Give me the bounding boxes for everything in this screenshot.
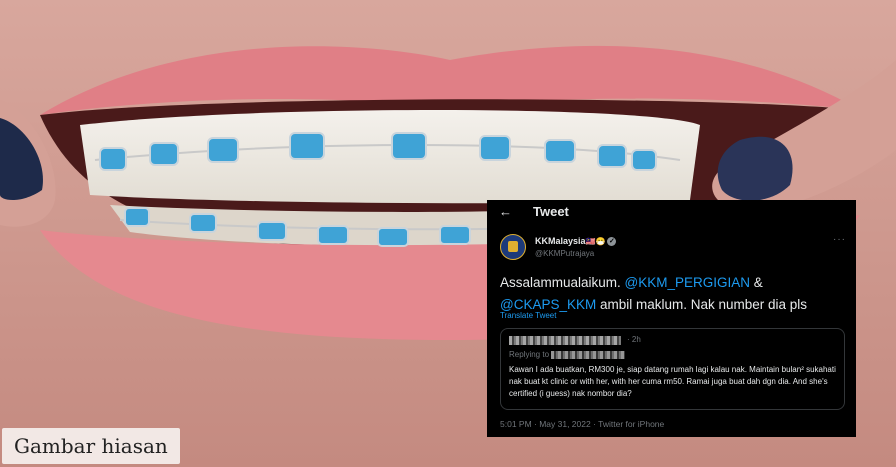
- tweet-header-title: Tweet: [533, 204, 569, 219]
- back-arrow-icon[interactable]: ←: [499, 204, 512, 219]
- quoted-author-redacted: [509, 336, 621, 345]
- tweet-text: Assalammualaikum. @KKM_PERGIGIAN & @CKAP…: [500, 272, 846, 316]
- mention-kkm-pergigian[interactable]: @KKM_PERGIGIAN: [625, 275, 750, 290]
- author-name[interactable]: KKMalaysia🇲🇾😷 ✓: [535, 236, 617, 247]
- verified-icon: ✓: [607, 237, 617, 247]
- replying-to-redacted: [551, 350, 626, 359]
- quoted-replying-to: Replying to: [509, 350, 626, 359]
- translate-tweet-link[interactable]: Translate Tweet: [500, 311, 556, 320]
- author-handle[interactable]: @KKMPutrajaya: [535, 249, 594, 258]
- tweet-text-part3: ambil maklum. Nak number dia pls: [596, 297, 808, 312]
- author-name-text[interactable]: KKMalaysia: [535, 236, 586, 246]
- quoted-time: · 2h: [627, 335, 641, 344]
- image-caption: Gambar hiasan: [2, 428, 180, 464]
- tweet-text-part1: Assalammualaikum.: [500, 275, 625, 290]
- quoted-tweet-text: Kawan I ada buatkan, RM300 je, siap data…: [509, 365, 836, 398]
- tweet-header: ← Tweet: [487, 200, 856, 222]
- replying-to-label: Replying to: [509, 350, 550, 359]
- tweet-text-part2: &: [750, 275, 763, 290]
- quoted-tweet[interactable]: · 2h Replying to Kawan I ada buatkan, RM…: [500, 328, 845, 410]
- mention-ckaps-kkm[interactable]: @CKAPS_KKM: [500, 297, 596, 312]
- author-flags: 🇲🇾😷: [585, 237, 606, 246]
- tweet-timestamp[interactable]: 5:01 PM · May 31, 2022 · Twitter for iPh…: [500, 419, 664, 429]
- avatar[interactable]: [500, 234, 526, 260]
- tweet-card[interactable]: ← Tweet KKMalaysia🇲🇾😷 ✓ @KKMPutrajaya ···…: [487, 200, 856, 437]
- more-icon[interactable]: ···: [833, 234, 846, 245]
